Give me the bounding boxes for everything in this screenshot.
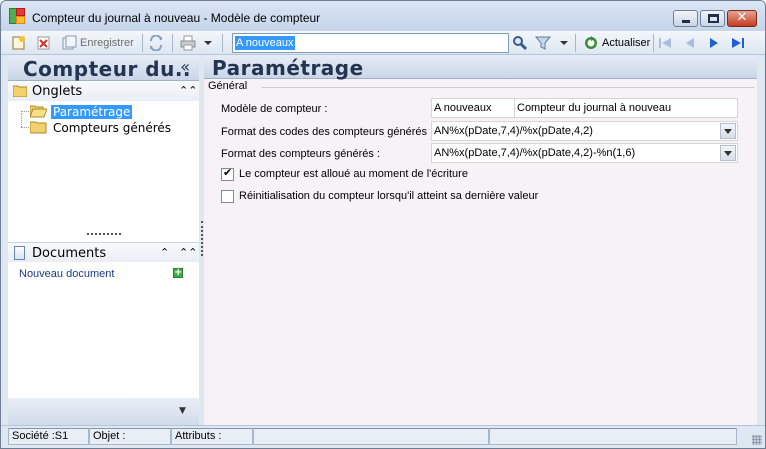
scroll-down-icon[interactable]: ▼	[179, 406, 186, 416]
left-panel-header: Compteur du.. «	[8, 55, 199, 81]
vertical-splitter[interactable]	[201, 221, 203, 256]
search-input[interactable]: A nouveaux	[232, 33, 509, 53]
collapse-panel-icon[interactable]: «	[180, 57, 190, 76]
refresh-label: Actualiser	[602, 37, 651, 49]
last-icon	[732, 38, 744, 48]
tabs-section-header[interactable]: Onglets ⌃⌃	[8, 81, 199, 101]
chevron-down-icon	[560, 41, 568, 45]
resize-grip[interactable]	[752, 435, 762, 445]
previous-icon	[686, 38, 694, 48]
refresh-icon	[585, 36, 597, 49]
reset-on-max-checkbox[interactable]	[221, 190, 234, 203]
page-title: Paramétrage	[212, 56, 364, 80]
alloc-on-write-label: Le compteur est alloué au moment de l'éc…	[239, 168, 468, 180]
documents-section-label: Documents	[32, 246, 107, 261]
splitter-grip[interactable]	[87, 233, 121, 235]
tab-compteurs-generes-label: Compteurs générés	[53, 120, 172, 135]
left-panel-title: Compteur du..	[23, 57, 192, 81]
status-pane	[253, 428, 489, 445]
close-button[interactable]: ✕	[727, 10, 757, 27]
search-value: A nouveaux	[235, 36, 295, 50]
filter-icon	[535, 36, 551, 50]
main-panel-header: Paramétrage	[204, 55, 757, 80]
delete-button[interactable]	[36, 34, 52, 52]
chevron-down-icon	[204, 41, 212, 45]
tab-compteurs-generes[interactable]: Compteurs générés	[30, 120, 173, 135]
new-document-icon	[12, 36, 25, 50]
counters-format-label: Format des compteurs générés :	[221, 148, 380, 160]
new-button[interactable]	[11, 34, 27, 52]
status-attributes: Attributs :	[171, 428, 253, 445]
previous-record-button[interactable]	[682, 34, 698, 52]
document-icon	[14, 246, 25, 260]
collapse-section-icon[interactable]: ⌃⌃	[179, 246, 197, 259]
left-panel-footer: ▼	[8, 398, 199, 426]
maximize-icon	[708, 14, 719, 23]
sync-button[interactable]	[148, 34, 164, 52]
filter-button[interactable]	[535, 34, 551, 52]
add-icon[interactable]: +	[173, 268, 183, 278]
open-folder-icon	[30, 105, 47, 118]
status-object: Objet :	[89, 428, 171, 445]
search-button[interactable]	[512, 34, 528, 52]
folder-icon	[13, 85, 27, 97]
status-pane	[489, 428, 737, 445]
documents-section-header[interactable]: Documents ⌃ ⌃⌃	[8, 242, 199, 262]
sync-icon	[150, 35, 162, 51]
window-title: Compteur du journal à nouveau - Modèle d…	[32, 11, 321, 25]
folder-icon	[30, 121, 47, 134]
save-icon	[62, 35, 77, 50]
maximize-button[interactable]	[700, 10, 725, 27]
last-record-button[interactable]	[730, 34, 746, 52]
first-icon	[659, 38, 671, 48]
status-bar: Société :S1 Objet : Attributs :	[1, 425, 765, 448]
reset-on-max-label: Réinitialisation du compteur lorsqu'il a…	[239, 190, 539, 202]
minimize-button[interactable]	[673, 10, 698, 27]
tab-parametrage[interactable]: Paramétrage	[30, 104, 133, 119]
print-button[interactable]	[180, 34, 196, 52]
codes-format-label: Format des codes des compteurs générés :	[221, 126, 434, 138]
save-label: Enregistrer	[80, 37, 134, 49]
toolbar: Enregistrer A nouveaux Actualiser	[1, 31, 765, 55]
counters-format-value: AN%x(pDate,7,4)/%x(pDate,4,2)-%n(1,6)	[434, 147, 636, 159]
tabs-section-label: Onglets	[32, 84, 83, 99]
codes-format-select[interactable]: AN%x(pDate,7,4)/%x(pDate,4,2)	[431, 121, 738, 141]
next-record-button[interactable]	[706, 34, 722, 52]
save-button[interactable]: Enregistrer	[61, 34, 134, 52]
search-icon	[513, 36, 528, 51]
chevron-down-icon[interactable]	[720, 123, 736, 139]
main-window: Compteur du journal à nouveau - Modèle d…	[0, 0, 766, 449]
status-company: Société :S1	[8, 428, 89, 445]
title-bar: Compteur du journal à nouveau - Modèle d…	[1, 1, 765, 31]
next-icon	[710, 38, 718, 48]
model-name-field[interactable]: Compteur du journal à nouveau	[514, 98, 738, 118]
group-divider	[262, 87, 754, 88]
chevron-down-icon[interactable]	[720, 145, 736, 161]
codes-format-value: AN%x(pDate,7,4)/%x(pDate,4,2)	[434, 125, 593, 137]
refresh-button[interactable]: Actualiser	[583, 34, 650, 52]
first-record-button[interactable]	[657, 34, 673, 52]
collapse-section-icon[interactable]: ⌃⌃	[179, 84, 197, 97]
model-label: Modèle de compteur :	[221, 103, 328, 115]
close-icon: ✕	[736, 10, 748, 25]
filter-dropdown[interactable]	[560, 34, 568, 52]
tab-parametrage-label: Paramétrage	[51, 104, 133, 119]
printer-icon	[180, 35, 196, 51]
left-panel: Compteur du.. « Onglets ⌃⌃ Paramétrage C…	[8, 55, 199, 426]
group-label: Général	[208, 80, 251, 92]
delete-icon	[37, 36, 50, 50]
collapse-up-icon[interactable]: ⌃	[160, 246, 169, 259]
main-panel: Paramétrage Général Modèle de compteur :…	[204, 55, 757, 426]
model-code-field[interactable]: A nouveaux	[431, 98, 515, 118]
print-dropdown[interactable]	[204, 34, 212, 52]
alloc-on-write-checkbox[interactable]	[221, 166, 234, 181]
new-document-link[interactable]: Nouveau document	[19, 268, 114, 280]
app-icon	[9, 8, 25, 24]
minimize-icon	[682, 20, 690, 23]
counters-format-select[interactable]: AN%x(pDate,7,4)/%x(pDate,4,2)-%n(1,6)	[431, 143, 738, 163]
